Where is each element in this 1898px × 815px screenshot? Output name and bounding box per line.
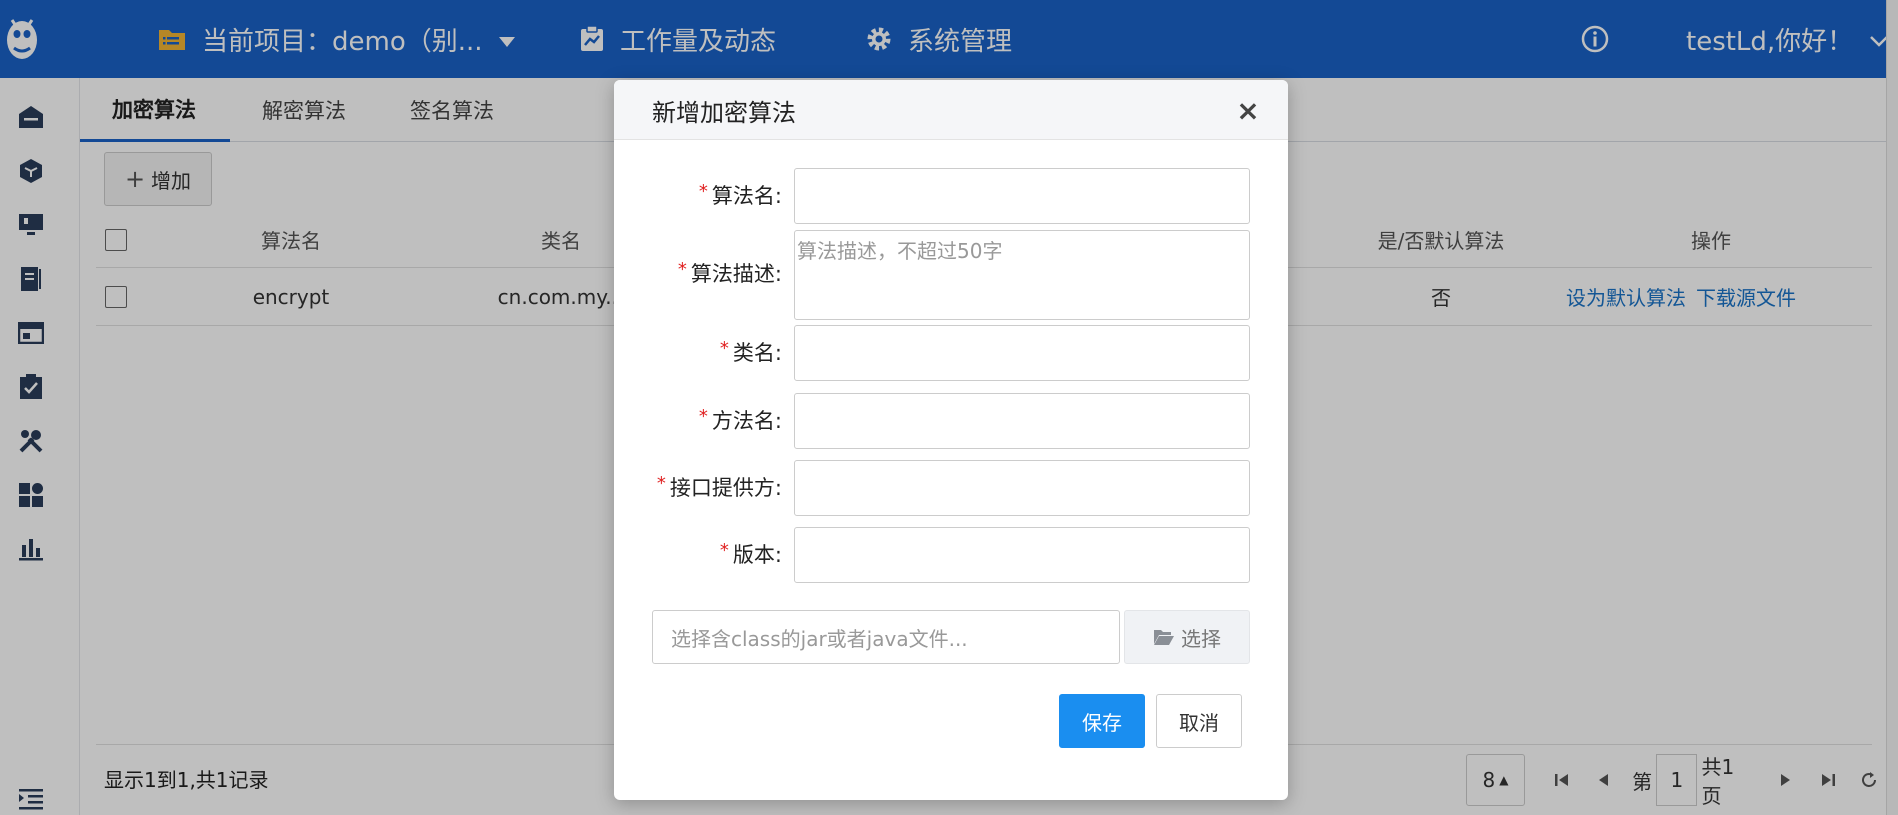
choose-file-label: 选择 [1181, 626, 1221, 651]
provider-label: * 接口提供方: [656, 473, 782, 500]
version-label: * 版本: [719, 540, 782, 567]
add-encrypt-algorithm-dialog: 新增加密算法 × * 算法名: * 算法描述: 算法描述，不超过50字 * 类名: *… [614, 80, 1288, 800]
modal-title: 新增加密算法 [652, 98, 796, 127]
close-icon[interactable]: × [1228, 90, 1268, 130]
file-path-input[interactable]: 选择含class的jar或者java文件... [652, 610, 1120, 664]
method-name-label: * 方法名: [698, 406, 782, 433]
cancel-button[interactable]: 取消 [1156, 694, 1242, 748]
class-name-input[interactable] [794, 325, 1250, 381]
algorithm-name-input[interactable] [794, 168, 1250, 224]
save-button[interactable]: 保存 [1059, 694, 1145, 748]
choose-file-button[interactable]: 选择 [1124, 610, 1250, 664]
version-input[interactable] [794, 527, 1250, 583]
algorithm-desc-label: * 算法描述: [677, 259, 782, 286]
modal-header: 新增加密算法 × [614, 80, 1288, 140]
algorithm-name-label: * 算法名: [698, 181, 782, 208]
class-name-label: * 类名: [719, 338, 782, 365]
folder-open-icon [1153, 628, 1175, 646]
provider-input[interactable] [794, 460, 1250, 516]
method-name-input[interactable] [794, 393, 1250, 449]
algorithm-desc-textarea[interactable]: 算法描述，不超过50字 [794, 230, 1250, 320]
